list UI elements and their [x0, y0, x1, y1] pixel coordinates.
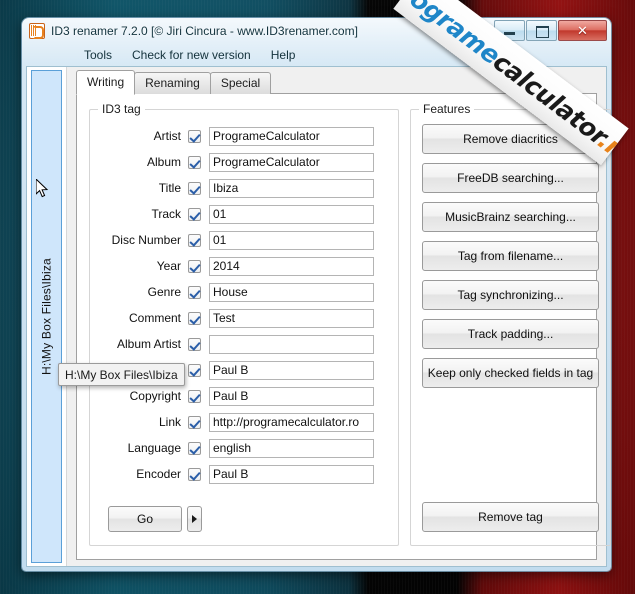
- field-checkbox-track[interactable]: [188, 207, 201, 221]
- file-panel-path-label: H:\My Box Files\Ibiza: [39, 258, 54, 375]
- go-button-group: Go: [108, 506, 202, 532]
- field-label-link: Link: [158, 415, 181, 429]
- file-panel-selection[interactable]: H:\My Box Files\Ibiza: [31, 70, 62, 563]
- field-checkbox-language[interactable]: [188, 441, 201, 455]
- field-row-artist: Artist ProgrameCalculator: [90, 123, 398, 149]
- go-button[interactable]: Go: [108, 506, 182, 532]
- field-input-link[interactable]: http://programecalculator.ro: [209, 412, 374, 432]
- field-row-comment: Comment Test: [90, 305, 398, 331]
- remove-tag-button[interactable]: Remove tag: [422, 502, 599, 532]
- client-area: H:\My Box Files\Ibiza Writing Renaming S…: [26, 66, 611, 567]
- field-checkbox-composer[interactable]: [188, 363, 201, 377]
- field-row-genre: Genre House: [90, 279, 398, 305]
- close-button[interactable]: ✕: [558, 20, 607, 41]
- field-checkbox-album-artist[interactable]: [188, 337, 201, 351]
- menu-item-tools[interactable]: Tools: [74, 46, 122, 64]
- field-checkbox-album[interactable]: [188, 155, 201, 169]
- field-label-album: Album: [146, 155, 181, 169]
- tab-page-writing: ID3 tag Artist ProgrameCalculator Album …: [76, 93, 611, 560]
- maximize-button[interactable]: [526, 20, 557, 41]
- chevron-right-icon: [192, 515, 197, 523]
- field-row-album: Album ProgrameCalculator: [90, 149, 398, 175]
- field-checkbox-artist[interactable]: [188, 129, 201, 143]
- field-checkbox-disc-number[interactable]: [188, 233, 201, 247]
- close-icon: ✕: [577, 23, 588, 38]
- field-checkbox-genre[interactable]: [188, 285, 201, 299]
- field-row-track: Track 01: [90, 201, 398, 227]
- field-label-comment: Comment: [128, 311, 181, 325]
- minimize-icon: [504, 32, 515, 35]
- tab-special[interactable]: Special: [209, 72, 272, 94]
- tag-synchronizing-button[interactable]: Tag synchronizing...: [422, 280, 599, 310]
- id3-tag-field-list: Artist ProgrameCalculator Album Programe…: [90, 123, 398, 487]
- field-row-link: Link http://programecalculator.ro: [90, 409, 398, 435]
- field-row-album-artist: Album Artist: [90, 331, 398, 357]
- id3-tag-groupbox: ID3 tag Artist ProgrameCalculator Album …: [89, 102, 399, 546]
- window-title: ID3 renamer 7.2.0 [© Jiri Cincura - www.…: [51, 24, 358, 38]
- freedb-searching-button[interactable]: FreeDB searching...: [422, 163, 599, 193]
- field-checkbox-title[interactable]: [188, 181, 201, 195]
- tag-from-filename-button[interactable]: Tag from filename...: [422, 241, 599, 271]
- field-input-title[interactable]: Ibiza: [209, 178, 374, 198]
- tab-renaming[interactable]: Renaming: [134, 72, 211, 94]
- field-label-language: Language: [127, 441, 181, 455]
- field-label-artist: Artist: [153, 129, 181, 143]
- field-input-genre[interactable]: House: [209, 282, 374, 302]
- keep-only-checked-fields-button[interactable]: Keep only checked fields in tag: [422, 358, 599, 388]
- field-input-album[interactable]: ProgrameCalculator: [209, 152, 374, 172]
- field-label-title: Title: [158, 181, 181, 195]
- field-row-encoder: Encoder Paul B: [90, 461, 398, 487]
- field-row-copyright: Copyright Paul B: [90, 383, 398, 409]
- field-label-album-artist: Album Artist: [116, 337, 181, 351]
- field-label-genre: Genre: [147, 285, 181, 299]
- file-panel[interactable]: H:\My Box Files\Ibiza: [27, 67, 67, 566]
- field-checkbox-year[interactable]: [188, 259, 201, 273]
- id3-tag-groupbox-title: ID3 tag: [98, 102, 145, 116]
- field-input-disc-number[interactable]: 01: [209, 230, 374, 250]
- field-input-encoder[interactable]: Paul B: [209, 464, 374, 484]
- main-area: Writing Renaming Special ID3 tag Artist …: [67, 67, 611, 566]
- field-input-album-artist[interactable]: [209, 334, 374, 354]
- field-input-year[interactable]: 2014: [209, 256, 374, 276]
- field-checkbox-copyright[interactable]: [188, 389, 201, 403]
- field-row-disc-number: Disc Number 01: [90, 227, 398, 253]
- features-groupbox-title: Features: [419, 102, 475, 116]
- field-input-artist[interactable]: ProgrameCalculator: [209, 126, 374, 146]
- path-tooltip: H:\My Box Files\Ibiza: [58, 363, 185, 386]
- field-label-disc-number: Disc Number: [111, 233, 181, 247]
- field-checkbox-comment[interactable]: [188, 311, 201, 325]
- field-label-year: Year: [156, 259, 181, 273]
- menu-item-check-for-new-version[interactable]: Check for new version: [122, 46, 261, 64]
- musicbrainz-searching-button[interactable]: MusicBrainz searching...: [422, 202, 599, 232]
- track-padding-button[interactable]: Track padding...: [422, 319, 599, 349]
- features-groupbox: Features Remove diacritics FreeDB search…: [410, 102, 611, 546]
- field-row-year: Year 2014: [90, 253, 398, 279]
- title-bar[interactable]: ID3 renamer 7.2.0 [© Jiri Cincura - www.…: [22, 18, 611, 44]
- field-checkbox-link[interactable]: [188, 415, 201, 429]
- field-input-track[interactable]: 01: [209, 204, 374, 224]
- window-controls: ✕: [494, 20, 607, 41]
- field-input-copyright[interactable]: Paul B: [209, 386, 374, 406]
- field-row-title: Title Ibiza: [90, 175, 398, 201]
- field-input-composer[interactable]: Paul B: [209, 360, 374, 380]
- field-label-track: Track: [151, 207, 181, 221]
- id3-app-icon: [29, 23, 45, 39]
- maximize-icon: [536, 26, 549, 38]
- tab-writing[interactable]: Writing: [76, 70, 136, 95]
- go-dropdown-button[interactable]: [187, 506, 202, 532]
- field-input-language[interactable]: english: [209, 438, 374, 458]
- features-button-list: Remove diacritics FreeDB searching... Mu…: [422, 124, 599, 397]
- tab-strip: Writing Renaming Special: [76, 70, 272, 95]
- field-checkbox-encoder[interactable]: [188, 467, 201, 481]
- menu-item-help[interactable]: Help: [261, 46, 306, 64]
- field-row-language: Language english: [90, 435, 398, 461]
- field-input-comment[interactable]: Test: [209, 308, 374, 328]
- field-label-copyright: Copyright: [129, 389, 181, 403]
- field-label-encoder: Encoder: [136, 467, 181, 481]
